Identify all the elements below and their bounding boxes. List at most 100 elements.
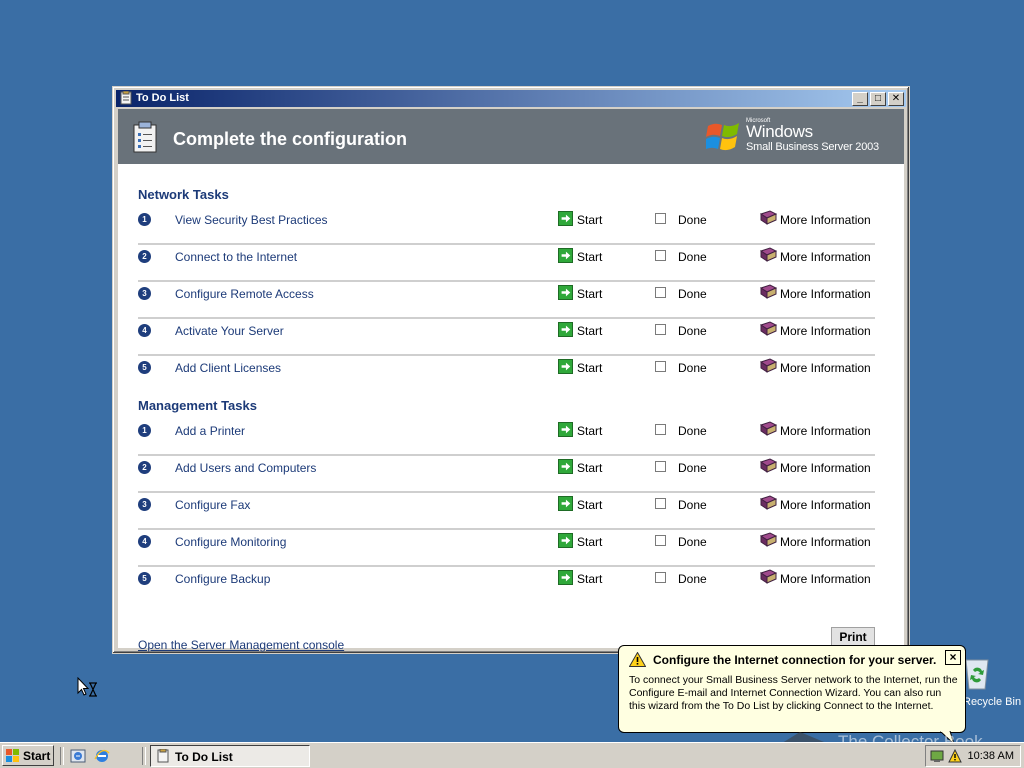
to-do-list-window: To Do List _ □ ✕ Complete the configurat… xyxy=(112,86,910,654)
task-label[interactable]: Configure Remote Access xyxy=(175,287,314,301)
taskbar-button-to-do-list[interactable]: To Do List xyxy=(150,745,310,767)
more-information-link[interactable]: More Information xyxy=(780,461,871,475)
start-link[interactable]: Start xyxy=(577,213,602,227)
start-link[interactable]: Start xyxy=(577,535,602,549)
start-link[interactable]: Start xyxy=(577,461,602,475)
book-icon[interactable] xyxy=(760,284,777,299)
more-information-link[interactable]: More Information xyxy=(780,498,871,512)
done-checkbox[interactable] xyxy=(655,461,666,472)
more-information-link[interactable]: More Information xyxy=(780,572,871,586)
more-information-link[interactable]: More Information xyxy=(780,361,871,375)
server-management-console-link[interactable]: Open the Server Management console xyxy=(138,638,344,652)
task-label[interactable]: Configure Backup xyxy=(175,572,270,586)
start-button[interactable]: Start xyxy=(2,745,54,766)
page-header: Complete the configuration Microsoft Win… xyxy=(118,109,904,164)
task-row: 4 Activate Your Server Start Done More I… xyxy=(138,318,875,356)
start-link[interactable]: Start xyxy=(577,250,602,264)
done-checkbox[interactable] xyxy=(655,213,666,224)
book-icon[interactable] xyxy=(760,321,777,336)
start-link[interactable]: Start xyxy=(577,287,602,301)
green-arrow-icon[interactable] xyxy=(558,248,573,263)
green-arrow-icon[interactable] xyxy=(558,211,573,226)
green-arrow-icon[interactable] xyxy=(558,570,573,585)
done-checkbox[interactable] xyxy=(655,287,666,298)
task-label[interactable]: Add Client Licenses xyxy=(175,361,281,375)
internet-explorer-icon[interactable] xyxy=(94,748,110,764)
done-label: Done xyxy=(678,361,707,375)
to-do-list-app-icon xyxy=(120,91,132,105)
notification-balloon[interactable]: Configure the Internet connection for yo… xyxy=(618,645,966,733)
server-management-quick-launch-icon[interactable] xyxy=(70,748,86,764)
more-information-link[interactable]: More Information xyxy=(780,213,871,227)
task-row: 3 Configure Remote Access Start Done Mor… xyxy=(138,281,875,319)
green-arrow-icon[interactable] xyxy=(558,285,573,300)
done-checkbox[interactable] xyxy=(655,535,666,546)
green-arrow-icon[interactable] xyxy=(558,459,573,474)
maximize-button[interactable]: □ xyxy=(870,92,886,106)
start-link[interactable]: Start xyxy=(577,572,602,586)
more-information-link[interactable]: More Information xyxy=(780,250,871,264)
clock: 10:38 AM xyxy=(967,750,1014,762)
taskbar-separator xyxy=(142,747,146,765)
done-checkbox[interactable] xyxy=(655,498,666,509)
windows-flag-icon xyxy=(6,749,19,762)
network-tray-icon[interactable] xyxy=(930,749,944,763)
done-checkbox[interactable] xyxy=(655,324,666,335)
task-label[interactable]: Add a Printer xyxy=(175,424,245,438)
done-checkbox[interactable] xyxy=(655,572,666,583)
start-link[interactable]: Start xyxy=(577,324,602,338)
task-row: 2 Add Users and Computers Start Done Mor… xyxy=(138,455,875,493)
book-icon[interactable] xyxy=(760,421,777,436)
more-information-link[interactable]: More Information xyxy=(780,535,871,549)
balloon-close-button[interactable]: × xyxy=(945,650,961,665)
done-checkbox[interactable] xyxy=(655,424,666,435)
more-information-link[interactable]: More Information xyxy=(780,324,871,338)
task-label[interactable]: Add Users and Computers xyxy=(175,461,316,475)
task-number: 3 xyxy=(138,287,151,300)
print-button[interactable]: Print xyxy=(831,627,875,647)
recycle-bin-icon[interactable] xyxy=(963,656,991,690)
book-icon[interactable] xyxy=(760,495,777,510)
task-number: 4 xyxy=(138,535,151,548)
task-number: 1 xyxy=(138,424,151,437)
start-link[interactable]: Start xyxy=(577,361,602,375)
task-label[interactable]: Activate Your Server xyxy=(175,324,284,338)
book-icon[interactable] xyxy=(760,210,777,225)
done-label: Done xyxy=(678,213,707,227)
green-arrow-icon[interactable] xyxy=(558,359,573,374)
done-label: Done xyxy=(678,324,707,338)
close-button[interactable]: ✕ xyxy=(888,92,904,106)
taskbar: Start To Do List 10:38 AM xyxy=(0,742,1024,768)
title-bar[interactable]: To Do List _ □ ✕ xyxy=(116,90,906,107)
book-icon[interactable] xyxy=(760,358,777,373)
task-label[interactable]: Configure Fax xyxy=(175,498,250,512)
book-icon[interactable] xyxy=(760,458,777,473)
green-arrow-icon[interactable] xyxy=(558,533,573,548)
logo-windows-text: Windows xyxy=(746,122,813,141)
book-icon[interactable] xyxy=(760,569,777,584)
warning-tray-icon[interactable] xyxy=(948,749,962,763)
recycle-bin-label[interactable]: Recycle Bin xyxy=(963,696,1021,708)
more-information-link[interactable]: More Information xyxy=(780,287,871,301)
taskbar-button-label: To Do List xyxy=(175,750,233,764)
busy-cursor-icon xyxy=(77,677,97,697)
more-information-link[interactable]: More Information xyxy=(780,424,871,438)
task-label[interactable]: Configure Monitoring xyxy=(175,535,286,549)
warning-icon xyxy=(629,652,646,667)
done-checkbox[interactable] xyxy=(655,250,666,261)
start-link[interactable]: Start xyxy=(577,498,602,512)
green-arrow-icon[interactable] xyxy=(558,496,573,511)
book-icon[interactable] xyxy=(760,247,777,262)
start-link[interactable]: Start xyxy=(577,424,602,438)
section-title-network-tasks: Network Tasks xyxy=(138,187,229,202)
done-checkbox[interactable] xyxy=(655,361,666,372)
done-label: Done xyxy=(678,498,707,512)
task-label[interactable]: Connect to the Internet xyxy=(175,250,297,264)
done-label: Done xyxy=(678,461,707,475)
minimize-button[interactable]: _ xyxy=(852,92,868,106)
green-arrow-icon[interactable] xyxy=(558,422,573,437)
green-arrow-icon[interactable] xyxy=(558,322,573,337)
book-icon[interactable] xyxy=(760,532,777,547)
task-label[interactable]: View Security Best Practices xyxy=(175,213,328,227)
section-title-management-tasks: Management Tasks xyxy=(138,398,257,413)
